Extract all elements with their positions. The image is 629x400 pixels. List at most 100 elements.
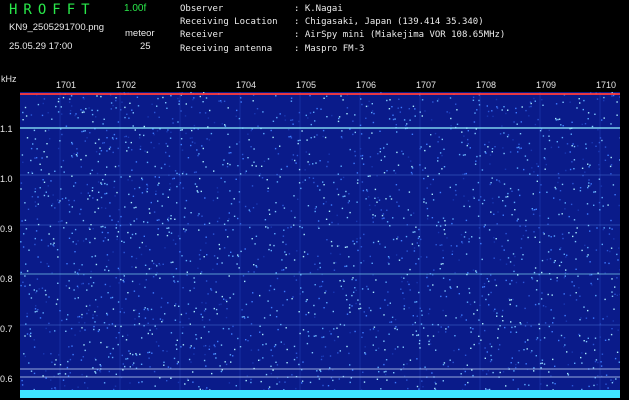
- noise-speck: [151, 103, 153, 105]
- noise-speck: [185, 199, 188, 202]
- noise-speck: [57, 256, 59, 258]
- noise-speck: [318, 378, 321, 380]
- noise-speck: [23, 233, 25, 235]
- noise-speck: [551, 331, 553, 333]
- noise-speck: [204, 353, 206, 356]
- noise-speck: [110, 102, 113, 104]
- noise-speck: [150, 201, 152, 204]
- noise-speck: [545, 306, 547, 308]
- noise-speck: [510, 331, 512, 333]
- noise-speck: [232, 255, 234, 257]
- noise-speck: [451, 222, 453, 225]
- noise-speck: [388, 263, 390, 265]
- noise-speck: [153, 133, 155, 136]
- noise-speck: [73, 289, 75, 291]
- noise-speck: [267, 190, 269, 192]
- noise-speck: [387, 304, 389, 306]
- noise-speck: [73, 199, 75, 202]
- noise-speck: [612, 94, 615, 97]
- noise-speck: [106, 327, 109, 329]
- noise-speck: [598, 164, 600, 166]
- noise-speck: [196, 185, 198, 188]
- noise-speck: [284, 115, 286, 117]
- noise-speck: [267, 187, 269, 189]
- noise-speck: [257, 125, 259, 127]
- noise-speck: [81, 264, 83, 266]
- noise-speck: [388, 333, 390, 335]
- x-tick-label: 1709: [536, 80, 557, 90]
- noise-speck: [307, 205, 310, 207]
- noise-speck: [371, 132, 373, 134]
- noise-speck: [434, 132, 437, 135]
- noise-speck: [402, 153, 404, 155]
- noise-speck: [159, 277, 161, 279]
- noise-speck: [43, 353, 45, 355]
- noise-speck: [95, 359, 97, 361]
- noise-speck: [324, 136, 327, 139]
- noise-speck: [123, 275, 125, 277]
- noise-speck: [523, 168, 525, 171]
- noise-speck: [587, 112, 590, 114]
- noise-speck: [346, 345, 348, 348]
- noise-speck: [587, 246, 589, 249]
- noise-speck: [431, 372, 433, 374]
- noise-speck: [543, 337, 546, 339]
- noise-speck: [462, 177, 465, 180]
- noise-speck: [151, 333, 153, 335]
- noise-speck: [37, 203, 39, 205]
- noise-speck: [57, 100, 60, 103]
- noise-speck: [279, 176, 281, 178]
- noise-speck: [552, 322, 554, 324]
- noise-speck: [317, 268, 319, 271]
- noise-speck: [519, 133, 522, 135]
- noise-speck: [112, 251, 114, 253]
- noise-speck: [135, 354, 138, 356]
- noise-speck: [117, 231, 120, 233]
- noise-speck: [135, 266, 137, 269]
- noise-speck: [259, 331, 261, 333]
- noise-speck: [276, 116, 278, 119]
- noise-speck: [46, 263, 48, 265]
- noise-speck: [230, 203, 233, 205]
- noise-speck: [617, 329, 619, 331]
- noise-speck: [69, 98, 71, 100]
- noise-speck: [591, 142, 593, 144]
- noise-speck: [229, 190, 231, 192]
- noise-speck: [162, 263, 164, 265]
- noise-speck: [269, 213, 271, 215]
- noise-speck: [193, 281, 196, 283]
- noise-speck: [41, 157, 43, 159]
- noise-speck: [557, 172, 560, 175]
- noise-speck: [387, 291, 389, 293]
- noise-speck: [507, 109, 509, 111]
- noise-speck: [331, 221, 333, 224]
- noise-speck: [65, 285, 68, 287]
- noise-speck: [575, 258, 577, 260]
- noise-speck: [206, 138, 208, 140]
- noise-speck: [550, 146, 553, 149]
- noise-speck: [22, 246, 25, 248]
- noise-speck: [265, 373, 268, 376]
- noise-speck: [241, 153, 244, 156]
- noise-speck: [614, 357, 617, 360]
- noise-speck: [40, 169, 42, 171]
- noise-speck: [418, 245, 420, 247]
- noise-speck: [389, 99, 391, 101]
- noise-speck: [585, 317, 588, 319]
- noise-speck: [451, 250, 454, 252]
- noise-speck: [319, 285, 321, 288]
- noise-speck: [483, 199, 486, 201]
- noise-speck: [68, 211, 71, 213]
- noise-speck: [491, 151, 493, 153]
- noise-speck: [370, 309, 372, 312]
- noise-speck: [509, 187, 512, 190]
- noise-speck: [477, 181, 480, 184]
- noise-speck: [614, 286, 616, 288]
- noise-speck: [89, 195, 91, 197]
- noise-speck: [296, 250, 298, 252]
- app-version: 1.00f: [124, 3, 147, 14]
- noise-speck: [106, 312, 108, 315]
- noise-speck: [467, 200, 470, 202]
- noise-speck: [339, 350, 341, 352]
- noise-speck: [481, 295, 483, 297]
